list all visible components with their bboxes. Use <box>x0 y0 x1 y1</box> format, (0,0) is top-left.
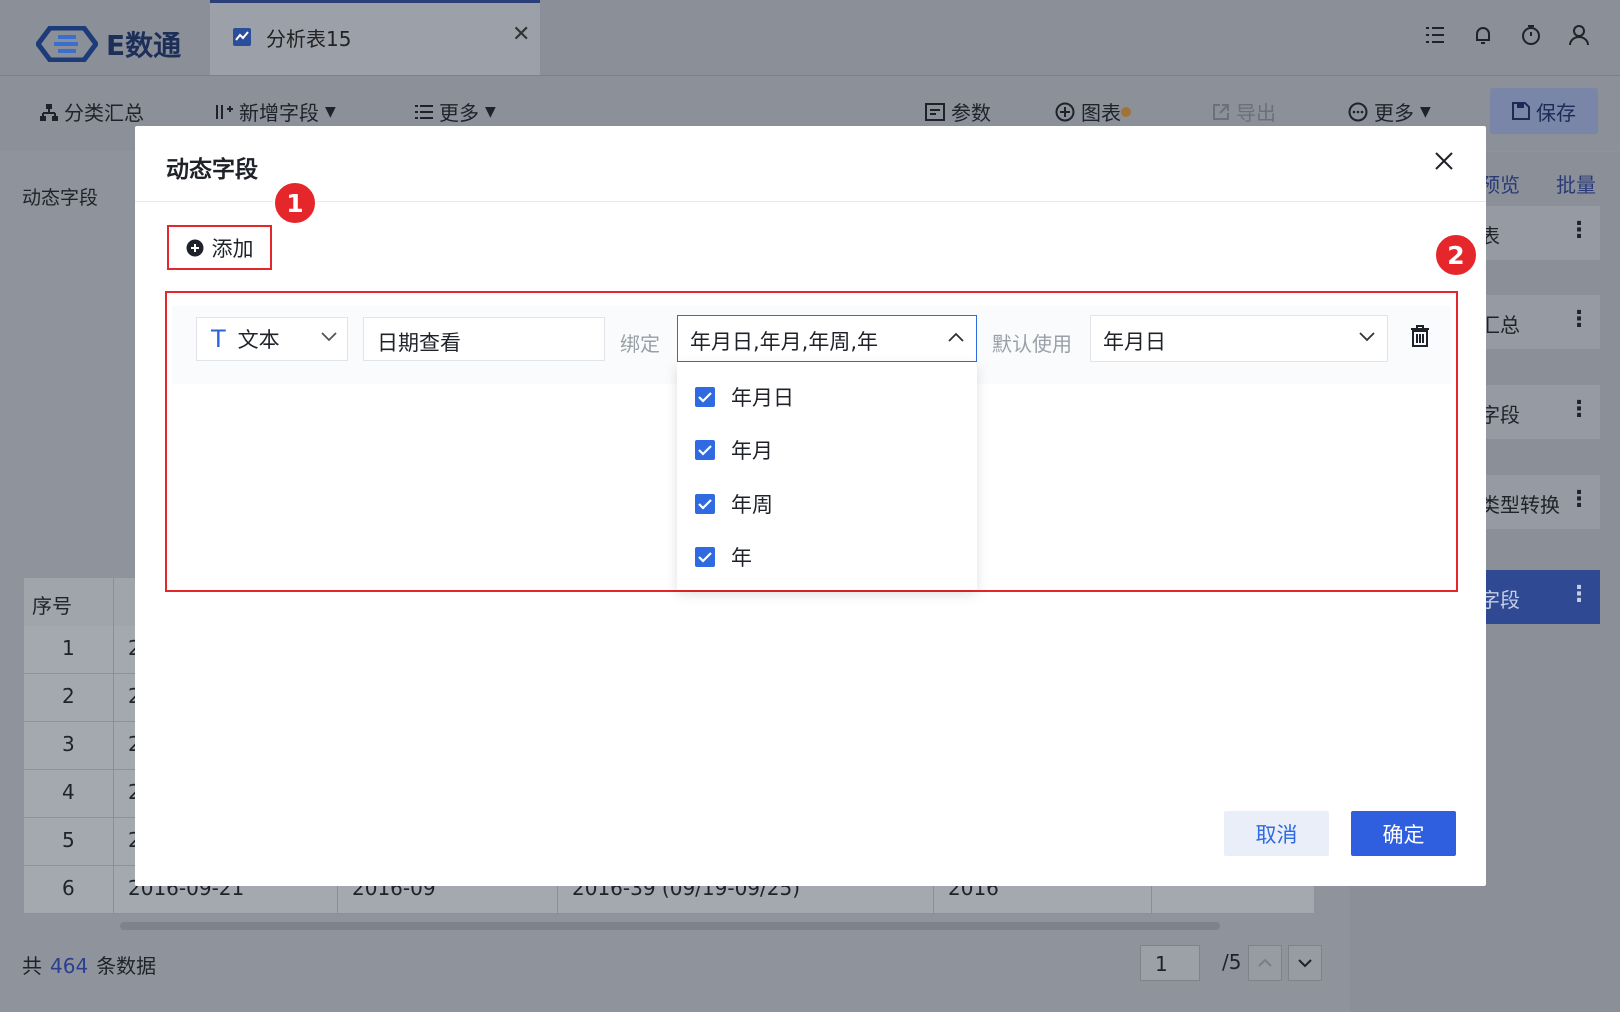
add-button[interactable]: 添加 <box>167 225 272 270</box>
chevron-down-icon <box>1359 332 1375 342</box>
logo-text: E数通 <box>106 29 182 62</box>
caret-down-icon: ▼ <box>325 103 336 120</box>
close-icon[interactable] <box>1434 151 1454 171</box>
page-down-button[interactable] <box>1288 945 1322 981</box>
dialog-divider <box>135 201 1486 202</box>
bind-option[interactable]: 年周 <box>695 489 773 519</box>
bind-option[interactable]: 年 <box>695 542 752 572</box>
save-button[interactable]: 保存 <box>1490 88 1598 134</box>
annotation-badge-2: 2 <box>1434 233 1478 277</box>
field-name-input[interactable]: 日期查看 <box>363 317 605 361</box>
params-button[interactable]: 参数 <box>925 97 991 126</box>
add-column-icon <box>215 103 233 121</box>
annotation-badge-1: 1 <box>273 181 317 225</box>
caret-down-icon: ▼ <box>1420 103 1431 120</box>
bind-label: 绑定 <box>620 332 660 356</box>
total-count: 共 464 条数据 <box>22 954 157 978</box>
params-icon <box>925 102 945 121</box>
row-index: 3 <box>62 732 75 756</box>
group-summary-button[interactable]: 分类汇总 <box>40 97 144 126</box>
logo-icon <box>36 26 98 62</box>
chart-line-icon <box>232 27 252 47</box>
plus-circle-icon <box>1055 102 1075 122</box>
total-number: 464 <box>50 954 89 978</box>
row-index: 6 <box>62 876 75 900</box>
default-use-label: 默认使用 <box>992 332 1072 356</box>
more-left-button[interactable]: 更多 ▼ <box>415 97 496 126</box>
page-up-button[interactable] <box>1248 945 1282 981</box>
chevron-up-icon <box>1258 958 1272 967</box>
trash-icon[interactable] <box>1410 325 1430 347</box>
more-vertical-icon[interactable]: ⋮ <box>1568 397 1590 422</box>
new-dot <box>1121 106 1131 117</box>
save-icon <box>1512 102 1530 120</box>
user-icon[interactable] <box>1568 24 1590 46</box>
page-total: /5 <box>1222 950 1242 974</box>
plus-circle-icon <box>186 239 204 257</box>
checkbox-checked-icon[interactable] <box>695 387 715 407</box>
list-icon[interactable] <box>1424 24 1446 46</box>
bind-option[interactable]: 年月 <box>695 435 773 465</box>
chart-button[interactable]: 图表 <box>1055 97 1131 126</box>
checkbox-checked-icon[interactable] <box>695 547 715 567</box>
checkbox-checked-icon[interactable] <box>695 440 715 460</box>
add-field-button[interactable]: 新增字段 ▼ <box>215 97 336 126</box>
row-index: 1 <box>62 636 75 660</box>
tab-close-icon[interactable]: ✕ <box>512 22 530 47</box>
more-vertical-icon[interactable]: ⋮ <box>1568 307 1590 332</box>
page-input[interactable]: 1 <box>1140 945 1200 981</box>
cancel-button[interactable]: 取消 <box>1224 811 1329 856</box>
preview-link[interactable]: 预览 <box>1480 169 1520 198</box>
hierarchy-icon <box>40 103 58 121</box>
column-divider <box>113 578 114 914</box>
bind-dropdown: 年月日 年月 年周 年 <box>677 362 977 590</box>
checkbox-checked-icon[interactable] <box>695 494 715 514</box>
tab-label: 分析表15 <box>266 27 352 51</box>
row-index: 5 <box>62 828 75 852</box>
text-type-icon: T <box>211 325 226 353</box>
bind-select[interactable]: 年月日,年月,年周,年 <box>677 315 977 362</box>
timer-icon[interactable] <box>1520 24 1542 46</box>
field-type-select[interactable]: T 文本 <box>196 317 348 361</box>
bell-icon[interactable] <box>1472 24 1494 46</box>
confirm-button[interactable]: 确定 <box>1351 811 1456 856</box>
more-vertical-icon[interactable]: ⋮ <box>1568 218 1590 243</box>
chevron-down-icon <box>1298 959 1312 968</box>
row-index: 2 <box>62 684 75 708</box>
export-icon <box>1212 103 1230 121</box>
column-header: 序号 <box>32 594 72 618</box>
more-vertical-icon[interactable]: ⋮ <box>1568 487 1590 512</box>
caret-down-icon: ▼ <box>485 103 496 120</box>
export-button[interactable]: 导出 <box>1212 97 1276 126</box>
row-index: 4 <box>62 780 75 804</box>
ellipsis-circle-icon <box>1348 102 1368 122</box>
batch-link[interactable]: 批量 <box>1556 169 1596 198</box>
more-right-button[interactable]: 更多 ▼ <box>1348 97 1431 126</box>
app-logo[interactable]: E数通 <box>36 24 181 64</box>
default-use-value: 年月日 <box>1103 330 1166 354</box>
list-icon <box>415 103 433 121</box>
more-vertical-icon[interactable]: ⋮ <box>1568 582 1590 607</box>
bind-option[interactable]: 年月日 <box>695 382 794 412</box>
chevron-down-icon <box>321 332 337 342</box>
dynamic-field-label: 动态字段 <box>22 187 99 209</box>
chevron-up-icon <box>948 332 964 342</box>
default-use-select[interactable]: 年月日 <box>1090 315 1388 362</box>
bind-select-value: 年月日,年月,年周,年 <box>690 330 879 354</box>
tab-analysis[interactable] <box>210 0 540 75</box>
dialog-title: 动态字段 <box>166 157 258 183</box>
field-type-label: 文本 <box>237 328 280 352</box>
horizontal-scrollbar[interactable] <box>120 922 1220 930</box>
